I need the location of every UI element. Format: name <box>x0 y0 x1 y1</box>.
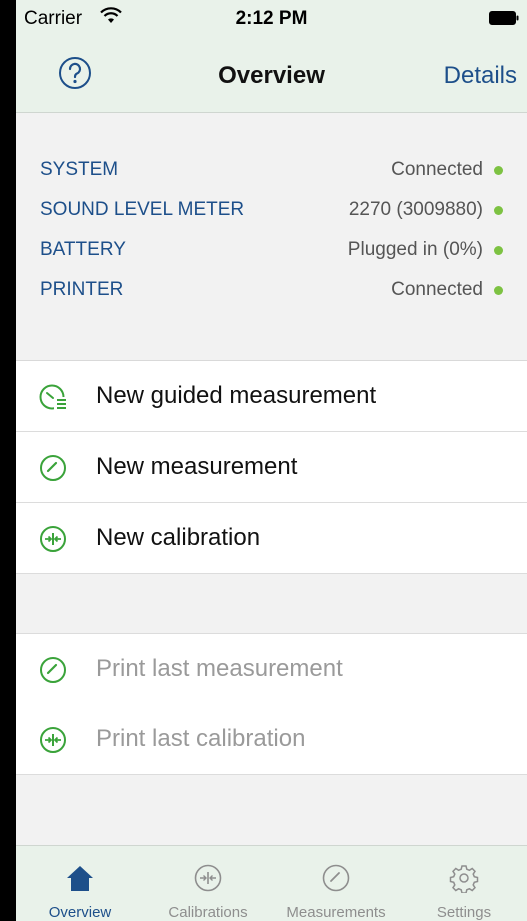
row-label: Print last measurement <box>96 655 343 682</box>
status-dot <box>494 286 503 295</box>
battery-icon <box>489 11 519 25</box>
status-value: 2270 (3009880) <box>348 199 483 220</box>
status-label: SYSTEM <box>40 159 119 180</box>
row-label: New measurement <box>96 453 298 480</box>
details-button[interactable]: Details <box>444 62 517 90</box>
tab-bar: Overview Calibrations Measurements Setti… <box>16 845 527 921</box>
status-value: Plugged in (0%) <box>347 239 483 260</box>
gauge-icon <box>40 657 66 683</box>
bottom-spacer <box>16 775 527 845</box>
row-label: Print last calibration <box>96 725 306 752</box>
calibration-icon <box>40 727 66 753</box>
status-label: PRINTER <box>40 279 124 300</box>
status-label: BATTERY <box>40 239 126 260</box>
tab-measurements[interactable]: Measurements <box>272 846 400 921</box>
status-row-sound-level-meter: SOUND LEVEL METER 2270 (3009880) <box>40 195 503 225</box>
tab-settings[interactable]: Settings <box>400 846 527 921</box>
system-status-panel: SYSTEM Connected SOUND LEVEL METER 2270 … <box>16 113 527 361</box>
calibration-icon <box>40 526 66 552</box>
status-bar: Carrier 2:12 PM <box>16 0 527 36</box>
new-measurement-row[interactable]: New measurement <box>16 432 527 503</box>
status-value: Connected <box>391 279 483 300</box>
tab-label: Settings <box>436 904 492 921</box>
tab-label: Measurements <box>286 904 386 921</box>
status-dot <box>494 166 503 175</box>
print-last-measurement-row[interactable]: Print last measurement <box>16 633 527 705</box>
navigation-bar: Overview Details <box>16 36 527 113</box>
tab-label: Overview <box>48 904 112 921</box>
status-dot <box>494 246 503 255</box>
status-value: Connected <box>391 159 483 180</box>
gear-icon <box>449 865 479 893</box>
status-row-printer: PRINTER Connected <box>40 275 503 305</box>
calibration-icon <box>194 864 222 892</box>
row-label: New guided measurement <box>96 382 377 409</box>
gauge-icon <box>40 455 66 481</box>
app-screen: Carrier 2:12 PM Overview Details SYSTEM … <box>16 0 527 921</box>
status-label: SOUND LEVEL METER <box>40 199 245 220</box>
clock: 2:12 PM <box>235 8 308 29</box>
tab-calibrations[interactable]: Calibrations <box>144 846 272 921</box>
status-row-battery: BATTERY Plugged in (0%) <box>40 235 503 265</box>
print-last-calibration-row[interactable]: Print last calibration <box>16 704 527 775</box>
gauge-icon <box>322 864 350 892</box>
row-label: New calibration <box>96 524 261 551</box>
status-row-system: SYSTEM Connected <box>40 155 503 185</box>
new-calibration-row[interactable]: New calibration <box>16 503 527 574</box>
tab-label: Calibrations <box>168 904 248 921</box>
section-spacer <box>16 574 527 633</box>
home-icon <box>67 866 93 891</box>
new-guided-measurement-row[interactable]: New guided measurement <box>16 361 527 432</box>
guided-measurement-icon <box>39 384 67 411</box>
tab-overview[interactable]: Overview <box>16 846 144 921</box>
status-dot <box>494 206 503 215</box>
device-bezel <box>0 0 16 921</box>
